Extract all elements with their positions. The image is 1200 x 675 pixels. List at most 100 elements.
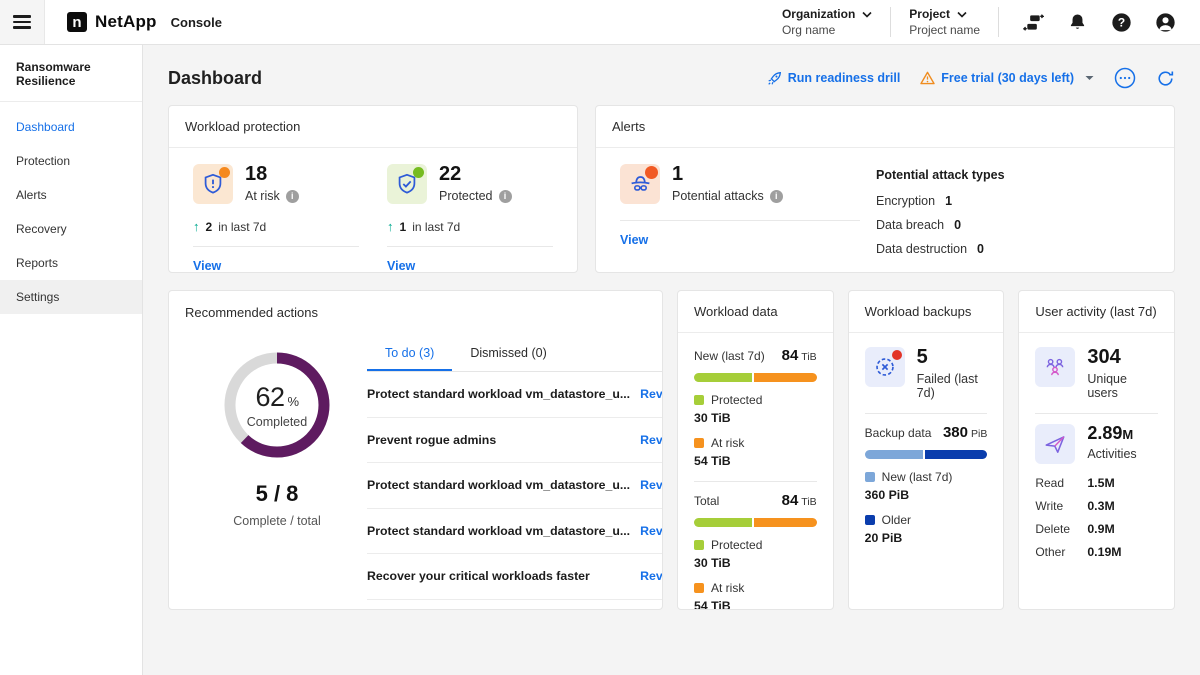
info-icon[interactable]: i [770, 190, 783, 203]
workload-protection-card: Workload protection 18 [168, 105, 578, 273]
topbar: n NetApp Console Organization Org name P… [0, 0, 1200, 45]
activity-row: Write 0.3M [1035, 499, 1158, 513]
percent-sign: % [287, 394, 298, 409]
potential-attacks-tile [620, 164, 660, 204]
completion-caption: Completed [247, 415, 307, 429]
at-risk-label: At risk [245, 189, 280, 203]
warning-icon [920, 71, 935, 85]
review-and-fix-link[interactable]: Review and fix [640, 478, 663, 492]
backup-data-total: 380 [943, 424, 968, 441]
at-risk-trend-suffix: in last 7d [218, 220, 266, 234]
backup-data-bar [865, 450, 988, 459]
legend-item: At risk 54 TiB [694, 581, 817, 610]
protected-trend-value: 1 [400, 220, 407, 234]
potential-attacks-value: 1 [672, 164, 783, 185]
sidebar-item-protection[interactable]: Protection [0, 144, 142, 178]
run-readiness-drill-button[interactable]: Run readiness drill [767, 71, 901, 86]
activity-label: Other [1035, 545, 1087, 559]
workload-data-card: Workload data New (last 7d) 84 TiB Prote… [677, 290, 834, 610]
account-icon[interactable] [1155, 12, 1176, 33]
legend-swatch [694, 438, 704, 448]
review-and-fix-link[interactable]: Review and fix [640, 569, 663, 583]
organization-value: Org name [782, 23, 872, 37]
protected-tile [387, 164, 427, 204]
legend-item: Protected 30 TiB [694, 538, 817, 570]
action-label: Protect standard workload vm_datastore_u… [367, 524, 640, 538]
page-title: Dashboard [168, 68, 262, 89]
legend-value: 360 PiB [865, 488, 988, 502]
at-risk-tile [193, 164, 233, 204]
activity-value: 1.5M [1087, 476, 1114, 490]
recommended-actions-tabs: To do (3) Dismissed (0) [367, 335, 663, 372]
chevron-down-icon [957, 11, 967, 18]
more-actions-button[interactable] [1114, 67, 1136, 89]
protected-view-link[interactable]: View [387, 259, 415, 273]
attack-type-value: 0 [977, 242, 984, 256]
help-icon[interactable]: ? [1111, 12, 1132, 33]
free-trial-label: Free trial (30 days left) [941, 71, 1074, 85]
section-label: Total [694, 494, 719, 508]
bell-icon[interactable] [1067, 12, 1088, 33]
action-row: Recover your critical workloads faster R… [367, 554, 663, 600]
alerts-view-link[interactable]: View [620, 233, 648, 247]
activity-label: Delete [1035, 522, 1087, 536]
tab-todo[interactable]: To do (3) [367, 335, 452, 371]
action-row: Protect standard workload vm_datastore_u… [367, 463, 663, 509]
hamburger-icon [13, 15, 31, 28]
divider [387, 246, 553, 247]
chevron-down-icon [862, 11, 872, 18]
review-and-fix-link[interactable]: Review and fix [640, 433, 663, 447]
info-icon[interactable]: i [286, 190, 299, 203]
failed-backups-value: 5 [917, 347, 988, 368]
connector-icon[interactable] [1023, 12, 1044, 33]
alert-dot [645, 166, 658, 179]
divider [1035, 413, 1158, 414]
organization-switcher[interactable]: Organization Org name [782, 7, 872, 37]
legend-label: New (last 7d) [882, 470, 953, 484]
at-risk-view-link[interactable]: View [193, 259, 221, 273]
activities-unit: M [1122, 427, 1133, 442]
activities-tile [1035, 424, 1075, 464]
sidebar-item-alerts[interactable]: Alerts [0, 178, 142, 212]
attack-type-label: Data breach [876, 218, 944, 232]
refresh-button[interactable] [1156, 69, 1175, 88]
user-activity-title: User activity (last 7d) [1019, 291, 1174, 333]
legend-value: 54 TiB [694, 599, 817, 610]
sidebar-item-reports[interactable]: Reports [0, 246, 142, 280]
alerts-card: Alerts [595, 105, 1175, 273]
info-icon[interactable]: i [499, 190, 512, 203]
project-switcher[interactable]: Project Project name [909, 7, 980, 37]
unique-users-label: Unique users [1087, 372, 1158, 400]
user-activity-card: User activity (last 7d) [1018, 290, 1175, 610]
sidebar-section-title: Ransomware Resilience [0, 45, 142, 102]
activity-label: Write [1035, 499, 1087, 513]
workload-protection-title: Workload protection [169, 106, 577, 148]
at-risk-dot [219, 167, 230, 178]
review-and-fix-link[interactable]: Review and fix [640, 524, 663, 538]
activity-value: 0.19M [1087, 545, 1121, 559]
netapp-logo: n [67, 12, 87, 32]
product-name: Console [171, 15, 222, 30]
section-unit: TiB [801, 351, 816, 363]
attack-type-value: 0 [954, 218, 961, 232]
unique-users-value: 304 [1087, 347, 1158, 368]
completion-ratio-caption: Complete / total [233, 514, 321, 528]
sidebar-item-recovery[interactable]: Recovery [0, 212, 142, 246]
section-total: 84 [782, 492, 799, 509]
legend-swatch [865, 515, 875, 525]
svg-text:?: ? [1118, 15, 1125, 29]
tab-dismissed[interactable]: Dismissed (0) [452, 335, 564, 371]
workload-data-bar-total [694, 518, 817, 527]
hamburger-button[interactable] [0, 0, 45, 44]
free-trial-dropdown[interactable]: Free trial (30 days left) [920, 71, 1094, 85]
sidebar-item-settings[interactable]: Settings [0, 280, 142, 314]
rocket-icon [767, 71, 782, 86]
attack-types-title: Potential attack types [876, 168, 1150, 182]
sidebar-nav: Dashboard Protection Alerts Recovery Rep… [0, 102, 142, 314]
organization-label: Organization [782, 7, 855, 21]
activities-label: Activities [1087, 447, 1136, 461]
review-and-fix-link[interactable]: Review and fix [640, 387, 663, 401]
activity-row: Other 0.19M [1035, 545, 1158, 559]
action-label: Protect standard workload vm_datastore_u… [367, 387, 640, 401]
sidebar-item-dashboard[interactable]: Dashboard [0, 110, 142, 144]
